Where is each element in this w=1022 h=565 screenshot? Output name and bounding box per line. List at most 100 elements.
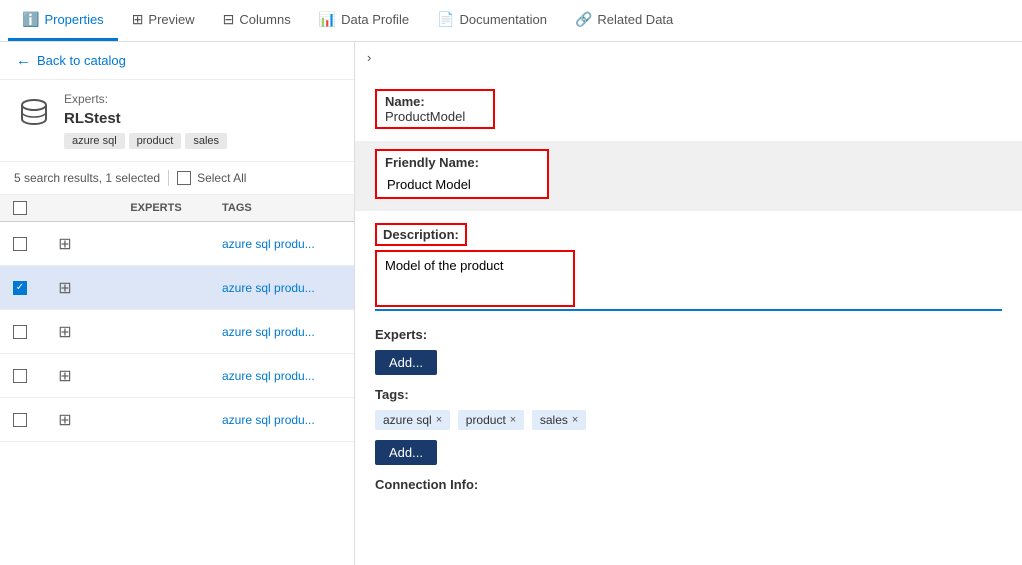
asset-tag-product: product [129,133,182,149]
th-experts: EXPERTS [90,202,222,214]
table-row[interactable]: ⊞ azure sql produ... [0,354,354,398]
tag-chip-product-remove[interactable]: × [510,414,516,426]
name-section: Name: ProductModel [375,81,1002,129]
tab-documentation[interactable]: 📄 Documentation [423,1,561,41]
tags-chips-row: azure sql × product × sales × [375,410,1002,434]
tag-chip-azure-sql-label: azure sql [383,413,432,427]
tab-related-data-label: Related Data [597,12,673,27]
table-row[interactable]: ⊞ azure sql produ... [0,310,354,354]
th-tags: TAGS [222,202,354,214]
checkbox-5[interactable] [13,413,27,427]
table-body: ⊞ azure sql produ... ✓ ⊞ azure sql produ… [0,222,354,565]
tags-section: Tags: azure sql × product × sales × [375,387,1002,465]
friendly-name-label: Friendly Name: [377,151,547,172]
connection-info-label: Connection Info: [375,477,1002,492]
connection-info-section: Connection Info: [375,477,1002,492]
divider [168,170,169,186]
asset-db-icon [16,94,52,130]
tab-documentation-label: Documentation [460,12,547,27]
select-all-row[interactable]: Select All [177,171,246,185]
name-value: ProductModel [385,109,465,124]
friendly-name-box: Friendly Name: [375,149,549,199]
tags-add-button[interactable]: Add... [375,440,437,465]
related-data-icon: 🔗 [575,11,592,28]
friendly-name-input[interactable] [377,172,547,197]
row-tags-2: azure sql produ... [222,281,354,295]
table-row[interactable]: ⊞ azure sql produ... [0,398,354,442]
back-label: Back to catalog [37,53,126,68]
properties-content: Name: ProductModel Friendly Name: Desc [355,73,1022,565]
chevron-expand[interactable]: › [355,42,1022,73]
tab-properties-label: Properties [44,12,103,27]
tab-columns[interactable]: ⊟ Columns [209,1,305,41]
description-area: Model of the product [375,250,1002,311]
asset-tags-row: azure sql product sales [64,133,338,149]
th-check [0,201,40,215]
data-profile-icon: 📊 [319,11,336,28]
row-check-5[interactable] [0,413,40,427]
checkbox-4[interactable] [13,369,27,383]
left-panel: ← Back to catalog Experts: RLStes [0,42,355,565]
description-section: Description: Model of the product [375,223,1002,311]
right-panel: › Name: ProductModel Friendly Name: [355,42,1022,565]
checkbox-2-checked[interactable]: ✓ [13,281,27,295]
header-checkbox[interactable] [13,201,27,215]
main-area: ← Back to catalog Experts: RLStes [0,42,1022,565]
table-row-selected[interactable]: ✓ ⊞ azure sql produ... [0,266,354,310]
experts-add-button[interactable]: Add... [375,350,437,375]
row-check-1[interactable] [0,237,40,251]
row-tags-5: azure sql produ... [222,413,354,427]
asset-tag-azure-sql: azure sql [64,133,125,149]
name-field-box: Name: ProductModel [375,89,495,129]
table-row[interactable]: ⊞ azure sql produ... [0,222,354,266]
tab-data-profile-label: Data Profile [341,12,409,27]
tag-chip-azure-sql-remove[interactable]: × [436,414,442,426]
tag-chip-product-label: product [466,413,506,427]
tab-data-profile[interactable]: 📊 Data Profile [305,1,423,41]
search-results-count: 5 search results, 1 selected [14,171,160,185]
experts-section: Experts: Add... [375,327,1002,375]
back-arrow-icon: ← [16,52,31,69]
tag-chip-sales: sales × [532,410,586,430]
properties-icon: ℹ️ [22,11,39,28]
tab-preview[interactable]: ⊞ Preview [118,1,209,41]
asset-tag-sales: sales [185,133,227,149]
asset-name: RLStest [64,110,338,127]
tag-chip-azure-sql: azure sql × [375,410,450,430]
table-header: EXPERTS TAGS [0,195,354,222]
tag-chip-sales-remove[interactable]: × [572,414,578,426]
documentation-icon: 📄 [437,11,454,28]
tab-columns-label: Columns [239,12,290,27]
asset-card: Experts: RLStest azure sql product sales [0,80,354,162]
row-check-3[interactable] [0,325,40,339]
row-check-2[interactable]: ✓ [0,281,40,295]
tab-related-data[interactable]: 🔗 Related Data [561,1,687,41]
row-tags-1: azure sql produ... [222,237,354,251]
experts-section-label: Experts: [375,327,1002,342]
columns-icon: ⊟ [223,11,235,28]
row-icon-1: ⊞ [40,234,90,254]
search-results-bar: 5 search results, 1 selected Select All [0,162,354,195]
row-check-4[interactable] [0,369,40,383]
tag-chip-product: product × [458,410,524,430]
tab-bar: ℹ️ Properties ⊞ Preview ⊟ Columns 📊 Data… [0,0,1022,42]
friendly-name-section: Friendly Name: [355,141,1022,211]
select-all-label: Select All [197,171,246,185]
tags-section-label: Tags: [375,387,1002,402]
row-icon-4: ⊞ [40,366,90,386]
row-icon-2: ⊞ [40,278,90,298]
name-label: Name: [385,94,425,109]
description-input[interactable]: Model of the product [377,252,573,302]
back-to-catalog-link[interactable]: ← Back to catalog [0,42,354,80]
row-tags-4: azure sql produ... [222,369,354,383]
asset-info: Experts: RLStest azure sql product sales [64,92,338,149]
description-label: Description: [375,223,467,246]
experts-label: Experts: [64,92,338,106]
preview-icon: ⊞ [132,11,144,28]
tab-properties[interactable]: ℹ️ Properties [8,1,118,41]
select-all-checkbox[interactable] [177,171,191,185]
row-tags-3: azure sql produ... [222,325,354,339]
checkbox-1[interactable] [13,237,27,251]
row-icon-3: ⊞ [40,322,90,342]
checkbox-3[interactable] [13,325,27,339]
